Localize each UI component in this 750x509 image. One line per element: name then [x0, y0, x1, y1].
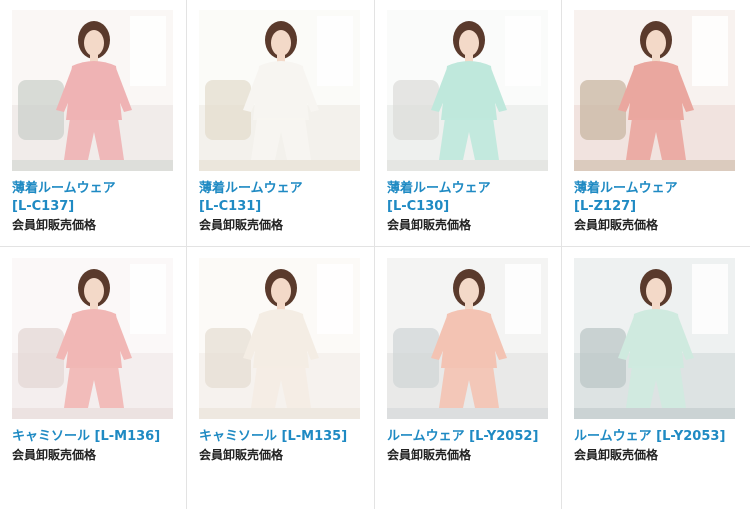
product-code: [L-C130]: [387, 199, 450, 214]
product-image[interactable]: [387, 10, 548, 171]
price-label: 会員卸販売価格: [387, 218, 472, 232]
product-title: ルームウェア [L-Y2053]: [574, 429, 726, 444]
product-image[interactable]: [199, 10, 360, 171]
product-card[interactable]: 薄着ルームウェア [L-Z127] 会員卸販売価格: [562, 0, 750, 247]
product-title: キャミソール [L-M136]: [12, 429, 161, 444]
product-card[interactable]: キャミソール [L-M135] 会員卸販売価格: [187, 247, 375, 509]
product-title-link[interactable]: 薄着ルームウェア [L-C137]: [12, 180, 186, 216]
product-title-link[interactable]: 薄着ルームウェア [L-Z127]: [574, 180, 750, 216]
price-label: 会員卸販売価格: [12, 448, 97, 462]
mint-ruffle-nightgown-collage-photo: [574, 258, 735, 419]
product-title: ルームウェア [L-Y2052]: [387, 429, 539, 444]
product-code: [L-C131]: [199, 199, 262, 214]
product-image[interactable]: [199, 258, 360, 419]
product-image[interactable]: [12, 258, 173, 419]
pink-lace-camisole-set-photo: [12, 258, 173, 419]
product-card[interactable]: ルームウェア [L-Y2052] 会員卸販売価格: [375, 247, 562, 509]
product-title-line1: 薄着ルームウェア: [574, 181, 678, 196]
product-title-link[interactable]: 薄着ルームウェア [L-C130]: [387, 180, 561, 216]
product-title-link[interactable]: ルームウェア [L-Y2052]: [387, 428, 561, 446]
ivory-satin-camisole-set-photo: [199, 258, 360, 419]
product-title-line1: 薄着ルームウェア: [199, 181, 303, 196]
product-title-link[interactable]: ルームウェア [L-Y2053]: [574, 428, 750, 446]
product-title-link[interactable]: キャミソール [L-M135]: [199, 428, 374, 446]
product-code: [L-C137]: [12, 199, 75, 214]
product-image[interactable]: [574, 258, 735, 419]
product-title-link[interactable]: 薄着ルームウェア [L-C131]: [199, 180, 374, 216]
product-grid: 薄着ルームウェア [L-C137] 会員卸販売価格 薄着ルームウェア [L-C1…: [0, 0, 750, 509]
price-label: 会員卸販売価格: [12, 218, 97, 232]
price-label: 会員卸販売価格: [199, 218, 284, 232]
product-title-line1: 薄着ルームウェア: [387, 181, 491, 196]
price-label: 会員卸販売価格: [387, 448, 472, 462]
product-card[interactable]: 薄着ルームウェア [L-C131] 会員卸販売価格: [187, 0, 375, 247]
product-card[interactable]: ルームウェア [L-Y2053] 会員卸販売価格: [562, 247, 750, 509]
product-card[interactable]: 薄着ルームウェア [L-C137] 会員卸販売価格: [0, 0, 187, 247]
product-title-link[interactable]: キャミソール [L-M136]: [12, 428, 186, 446]
product-image[interactable]: [574, 10, 735, 171]
product-card[interactable]: 薄着ルームウェア [L-C130] 会員卸販売価格: [375, 0, 562, 247]
price-label: 会員卸販売価格: [199, 448, 284, 462]
product-title-line1: 薄着ルームウェア: [12, 181, 116, 196]
product-card[interactable]: キャミソール [L-M136] 会員卸販売価格: [0, 247, 187, 509]
product-title: キャミソール [L-M135]: [199, 429, 348, 444]
price-label: 会員卸販売価格: [574, 448, 659, 462]
peach-nightgown-collage-photo: [387, 258, 548, 419]
white-pajama-set-photo: [199, 10, 360, 171]
pink-pajama-set-photo: [12, 10, 173, 171]
product-image[interactable]: [387, 258, 548, 419]
mint-nightgown-photo: [387, 10, 548, 171]
product-code: [L-Z127]: [574, 199, 637, 214]
product-image[interactable]: [12, 10, 173, 171]
price-label: 会員卸販売価格: [574, 218, 659, 232]
coral-pajama-set-photo: [574, 10, 735, 171]
